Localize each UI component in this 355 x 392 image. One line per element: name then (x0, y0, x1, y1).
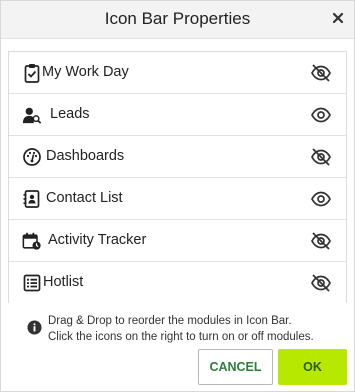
eye-slash-icon[interactable] (310, 231, 332, 251)
module-label: Dashboards (46, 148, 125, 164)
module-label: Leads (50, 106, 90, 122)
dashboard-gauge-icon (23, 148, 41, 166)
dialog-header: Icon Bar Properties (1, 1, 354, 39)
module-row-activity-tracker[interactable]: Activity Tracker (9, 220, 346, 262)
info-line-1: Drag & Drop to reorder the modules in Ic… (48, 315, 292, 327)
contact-book-icon (23, 190, 40, 208)
module-label: Hotlist (43, 274, 84, 290)
module-label: My Work Day (42, 64, 129, 80)
module-row-dashboards[interactable]: Dashboards (9, 136, 346, 178)
icon-bar-properties-dialog: Icon Bar Properties My Work Day Leads Da… (0, 0, 355, 392)
calendar-clock-icon (22, 232, 41, 250)
user-search-icon (22, 107, 42, 124)
module-row-leads[interactable]: Leads (9, 94, 346, 136)
info-line-2: Click the icons on the right to turn on … (48, 331, 314, 343)
close-icon[interactable] (330, 10, 346, 26)
eye-slash-icon[interactable] (310, 63, 332, 83)
module-label: Activity Tracker (48, 232, 147, 248)
clipboard-check-icon (24, 64, 40, 83)
module-row-hotlist[interactable]: Hotlist (9, 262, 346, 303)
ok-button[interactable]: OK (278, 349, 347, 385)
info-icon (27, 320, 42, 335)
module-row-contact-list[interactable]: Contact List (9, 178, 346, 220)
info-text: Drag & Drop to reorder the modules in Ic… (48, 313, 314, 345)
dialog-title: Icon Bar Properties (104, 9, 251, 28)
eye-slash-icon[interactable] (310, 147, 332, 167)
module-row-my-work-day[interactable]: My Work Day (9, 52, 346, 94)
cancel-button[interactable]: CANCEL (198, 349, 273, 385)
list-icon (23, 274, 41, 292)
eye-icon[interactable] (310, 105, 332, 125)
module-list: My Work Day Leads Dashboards Contact Lis… (8, 51, 347, 303)
eye-slash-icon[interactable] (310, 273, 332, 293)
eye-icon[interactable] (310, 189, 332, 209)
module-label: Contact List (46, 190, 123, 206)
